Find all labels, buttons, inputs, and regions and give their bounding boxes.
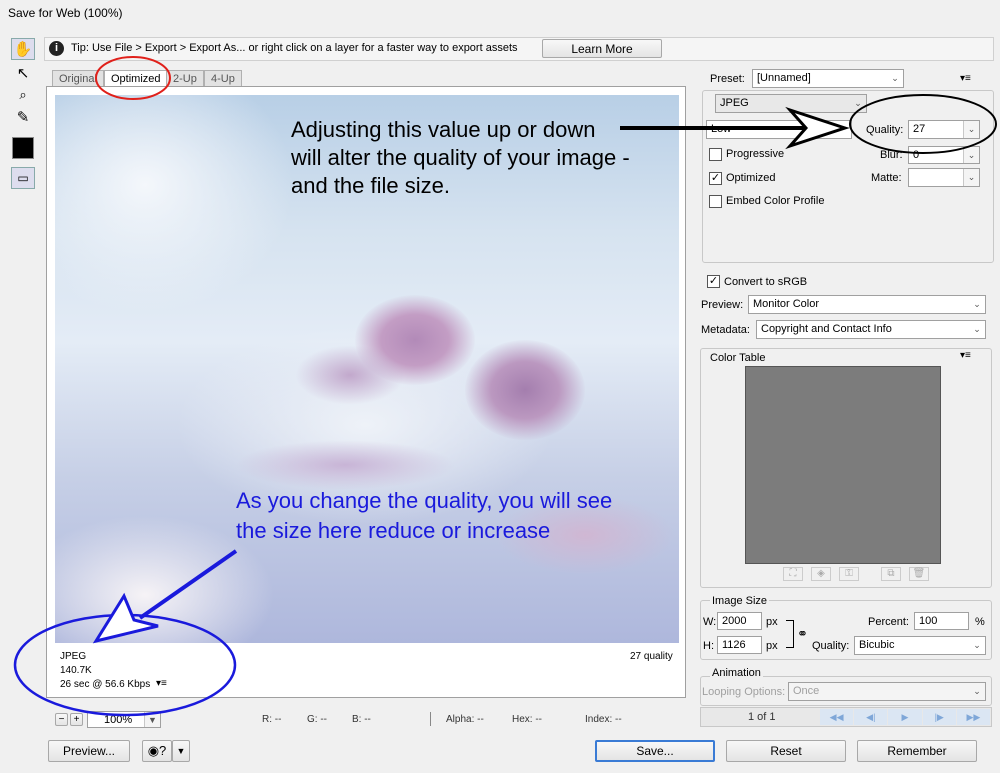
optimized-tab-highlight	[95, 56, 171, 100]
size-arrow-shaft	[138, 549, 238, 620]
quality-field-highlight	[849, 94, 997, 154]
size-arrow-head	[92, 592, 159, 644]
annotation-overlay	[13, 56, 997, 717]
